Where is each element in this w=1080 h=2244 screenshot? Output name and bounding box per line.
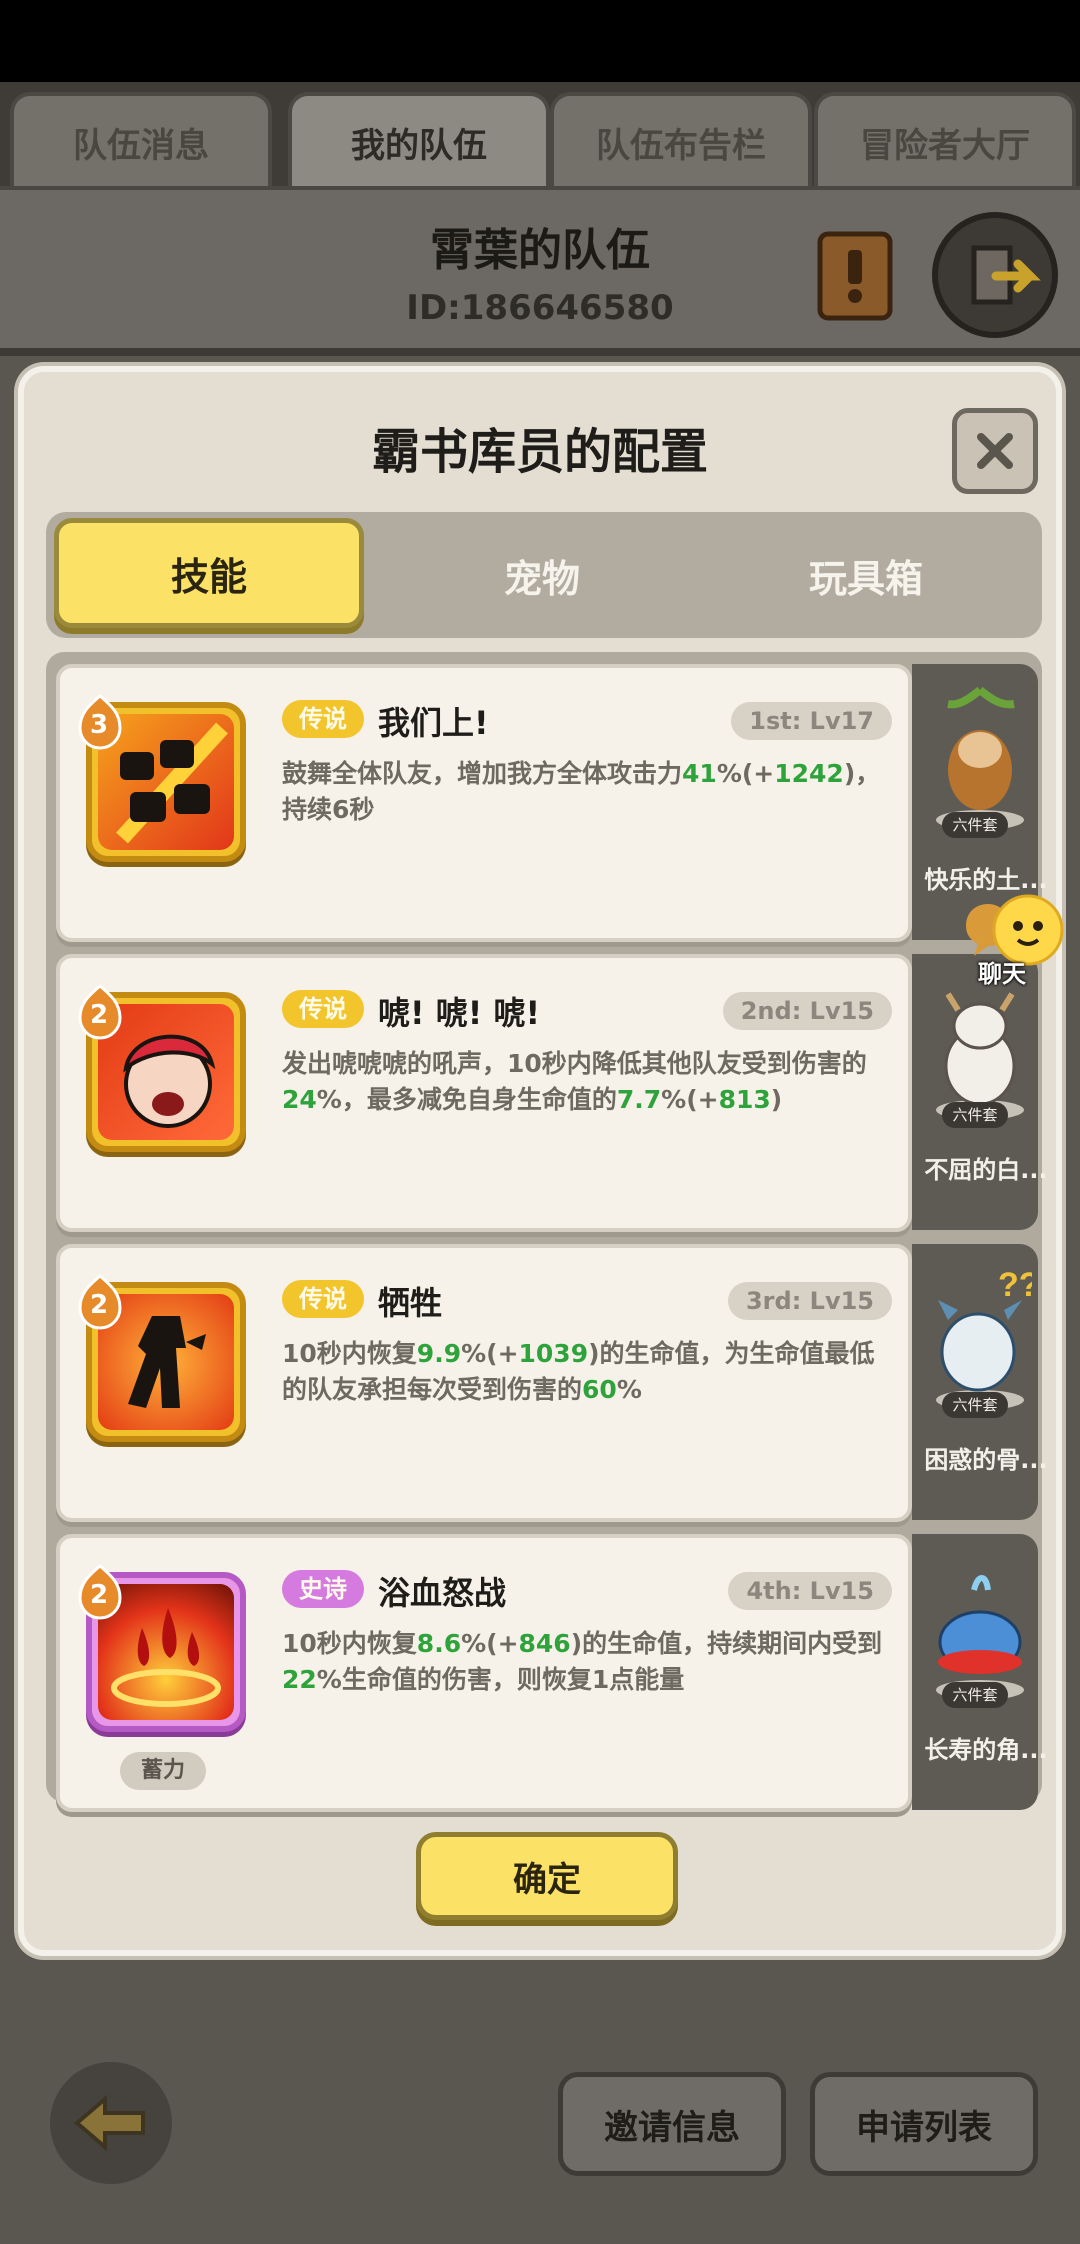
confirm-button[interactable]: 确定 <box>416 1832 678 1920</box>
tab-team-messages[interactable]: 队伍消息 <box>10 92 272 188</box>
pet-slot[interactable]: 六件套 长寿的角... <box>912 1534 1048 1810</box>
skill-slot: 3rd: Lv15 <box>727 1282 892 1320</box>
close-button[interactable] <box>952 408 1038 494</box>
skill-slot: 4th: Lv15 <box>728 1572 892 1610</box>
pet-slot[interactable]: ?? 六件套 困惑的骨... <box>912 1244 1048 1520</box>
pet-set-badge: 六件套 <box>942 812 1008 838</box>
tab-adventurer-hall[interactable]: 冒险者大厅 <box>814 92 1076 188</box>
skill-description: 鼓舞全体队友，增加我方全体攻击力41%(+1242)，持续6秒 <box>282 759 881 824</box>
pet-name: 长寿的角... <box>924 1736 1048 1764</box>
team-name: 霄葉的队伍 <box>430 225 650 276</box>
rarity-badge: 传说 <box>282 1280 364 1318</box>
skill-name: 唬! 唬! 唬! <box>378 994 541 1032</box>
chat-label[interactable]: 聊天 <box>978 954 1026 989</box>
skill-description: 10秒内恢复8.6%(+846)的生命值，持续期间内受到22%生命值的伤害，则恢… <box>282 1629 883 1694</box>
pet-image <box>936 686 1024 830</box>
tab-my-team[interactable]: 我的队伍 <box>288 92 550 188</box>
skill-card[interactable]: 2 传说 唬! 唬! 唬! 2nd: Lv15 发出唬唬唬的吼声，10秒内降低其… <box>56 954 912 1232</box>
pet-image <box>936 1575 1024 1700</box>
modal-title: 霸书库员的配置 <box>371 424 708 480</box>
team-header: 霄葉的队伍 ID:186646580 <box>0 186 1080 356</box>
skill-description: 发出唬唬唬的吼声，10秒内降低其他队友受到伤害的24%，最多减免自身生命值的7.… <box>282 1049 867 1114</box>
skill-slot: 2nd: Lv15 <box>722 992 892 1030</box>
level-badge-value: 2 <box>90 1580 109 1610</box>
skill-name: 牺牲 <box>378 1284 443 1322</box>
tab-team-board[interactable]: 队伍布告栏 <box>550 92 812 188</box>
svg-text:??: ?? <box>998 1266 1032 1304</box>
team-tab-bar: 队伍消息 我的队伍 队伍布告栏 冒险者大厅 <box>0 82 1080 190</box>
level-badge-value: 3 <box>90 710 109 740</box>
pet-set-badge: 六件套 <box>942 1682 1008 1708</box>
tab-skills[interactable]: 技能 <box>54 518 364 628</box>
pet-set-badge: 六件套 <box>942 1392 1008 1418</box>
back-button[interactable] <box>50 2062 172 2184</box>
scroll-icon[interactable] <box>812 228 898 324</box>
pet-set-badge: 六件套 <box>942 1102 1008 1128</box>
rarity-badge: 传说 <box>282 990 364 1028</box>
application-list-button[interactable]: 申请列表 <box>810 2072 1038 2176</box>
skill-name: 我们上! <box>378 704 489 742</box>
level-badge-value: 2 <box>90 1290 109 1320</box>
exit-icon <box>971 245 1041 305</box>
tab-toybox[interactable]: 玩具箱 <box>706 512 1026 638</box>
tab-pets[interactable]: 宠物 <box>382 512 702 638</box>
skill-name: 浴血怒战 <box>378 1574 507 1612</box>
team-id: ID:186646580 <box>406 288 674 328</box>
skill-list: 3 传说 我们上! 1st: Lv17 鼓舞全体队友，增加我方全体攻击力41%(… <box>46 652 1048 1812</box>
invite-info-button[interactable]: 邀请信息 <box>558 2072 786 2176</box>
skill-card[interactable]: 2 蓄力 史诗 浴血怒战 4th: Lv15 10秒内恢复8.6%(+846)的… <box>56 1534 912 1812</box>
skill-card[interactable]: 2 传说 牺牲 3rd: Lv15 10秒内恢复9.9%(+1039)的生命值，… <box>56 1244 912 1522</box>
level-badge-value: 2 <box>90 1000 109 1030</box>
rarity-badge: 史诗 <box>282 1570 364 1608</box>
rarity-badge: 传说 <box>282 700 364 738</box>
skill-description: 10秒内恢复9.9%(+1039)的生命值，为生命值最低的队友承担每次受到伤害的… <box>282 1339 875 1404</box>
exit-team-button[interactable] <box>932 212 1058 338</box>
arrow-left-icon <box>73 2094 145 2152</box>
status-bar <box>0 0 1080 82</box>
config-tabs: 技能 宠物 玩具箱 <box>46 512 1042 638</box>
pet-name: 不屈的白... <box>924 1156 1048 1184</box>
charge-tag: 蓄力 <box>120 1752 206 1790</box>
config-modal: 霸书库员的配置 技能 宠物 玩具箱 3 传说 我们上! 1st: Lv17 鼓舞… <box>18 366 1062 1956</box>
skill-slot: 1st: Lv17 <box>731 702 892 740</box>
pet-name: 困惑的骨... <box>924 1446 1048 1474</box>
close-icon <box>977 433 1013 469</box>
pet-image: ?? <box>936 1266 1032 1410</box>
skill-card[interactable]: 3 传说 我们上! 1st: Lv17 鼓舞全体队友，增加我方全体攻击力41%(… <box>56 664 912 942</box>
